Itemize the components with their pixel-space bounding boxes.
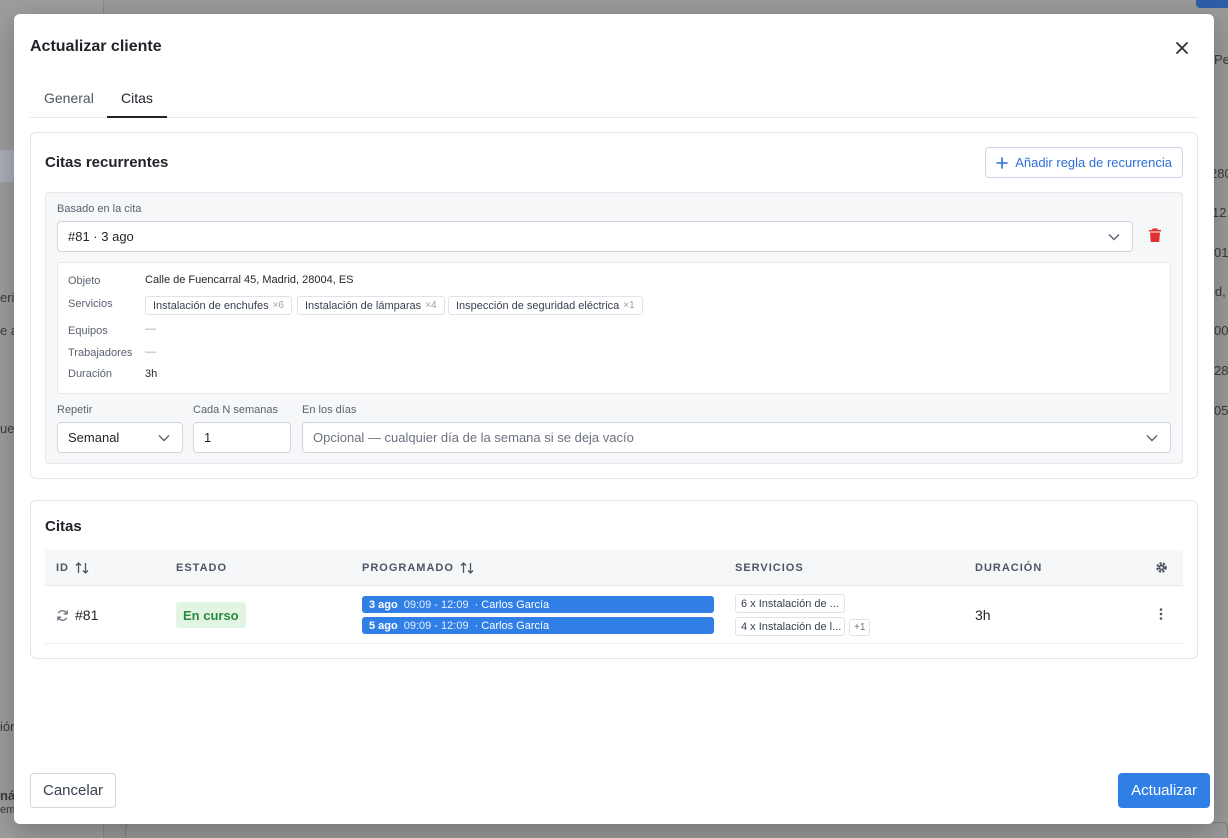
background-text: 12, xyxy=(1212,205,1228,220)
column-duration: Duración xyxy=(975,562,1043,574)
background-text: ná xyxy=(0,788,16,803)
column-id-label: ID xyxy=(56,562,69,574)
schedule-date: 5 ago xyxy=(369,619,398,632)
tab-general[interactable]: General xyxy=(30,84,108,118)
every-n-weeks-value: 1 xyxy=(204,430,212,445)
background-panel xyxy=(125,822,1228,838)
update-button[interactable]: Actualizar xyxy=(1118,773,1210,808)
background-text: id, xyxy=(1212,284,1226,299)
repeat-select[interactable]: Semanal xyxy=(57,422,183,453)
service-count: ×6 xyxy=(272,300,284,311)
workers-value: — xyxy=(145,346,156,358)
recurrence-rule: Basado en la cita #81 · 3 ago Objeto Cal… xyxy=(45,192,1183,464)
schedule-worker: · Carlos García xyxy=(474,619,550,632)
service-chip: Inspección de seguridad eléctrica ×1 xyxy=(448,296,643,315)
column-scheduled-label: Programado xyxy=(362,562,454,574)
schedule-date: 3 ago xyxy=(369,598,398,611)
tab-bar: General Citas xyxy=(30,84,1198,118)
days-label: En los días xyxy=(302,404,357,416)
background-text: Pendi xyxy=(1214,52,1228,67)
duration-label: Duración xyxy=(68,368,113,380)
workers-label: Trabajadores xyxy=(68,347,133,359)
based-on-label: Basado en la cita xyxy=(57,203,142,215)
table-header: ID Estado Programado Servicios Duración xyxy=(45,550,1183,586)
chevron-down-icon xyxy=(1108,233,1120,240)
gear-icon xyxy=(1156,562,1167,573)
every-n-weeks-input[interactable]: 1 xyxy=(193,422,291,453)
row-actions-button[interactable] xyxy=(1154,607,1168,623)
object-value: Calle de Fuencarral 45, Madrid, 28004, E… xyxy=(145,274,354,286)
more-services-badge[interactable]: +1 xyxy=(849,619,871,636)
recurring-title: Citas recurrentes xyxy=(45,154,169,171)
column-scheduled[interactable]: Programado xyxy=(362,562,474,574)
based-on-select[interactable]: #81 · 3 ago xyxy=(57,221,1133,252)
schedule-worker: · Carlos García xyxy=(474,598,550,611)
recurring-appointments-card: Citas recurrentes Añadir regla de recurr… xyxy=(30,132,1198,479)
service-chip: 6 x Instalación de ... xyxy=(735,594,845,613)
tab-citas[interactable]: Citas xyxy=(107,84,167,118)
column-services: Servicios xyxy=(735,562,804,574)
background-text: ue xyxy=(0,421,15,436)
close-button[interactable] xyxy=(1170,36,1194,60)
update-client-modal: Actualizar cliente General Citas Citas r… xyxy=(14,14,1214,824)
appointment-id-cell: #81 xyxy=(56,607,98,623)
trash-icon xyxy=(1149,228,1161,242)
appointments-title: Citas xyxy=(45,518,82,535)
equipment-value: — xyxy=(145,323,156,335)
background-header-button xyxy=(1196,0,1228,8)
chevron-down-icon xyxy=(158,434,170,441)
column-id[interactable]: ID xyxy=(56,562,89,574)
service-name: Inspección de seguridad eléctrica xyxy=(456,299,620,312)
days-select[interactable]: Opcional — cualquier día de la semana si… xyxy=(302,422,1171,453)
add-recurrence-rule-button[interactable]: Añadir regla de recurrencia xyxy=(985,147,1183,178)
background-text: 05 xyxy=(1214,403,1228,418)
repeat-label: Repetir xyxy=(57,404,93,416)
appointments-card: Citas ID Estado Programado Servicios Dur… xyxy=(30,500,1198,659)
service-chip: Instalación de enchufes ×6 xyxy=(145,296,292,315)
background-text: em xyxy=(0,804,16,816)
recurring-icon xyxy=(57,609,68,621)
duration-cell: 3h xyxy=(975,607,991,623)
days-placeholder: Opcional — cualquier día de la semana si… xyxy=(313,430,634,445)
column-status: Estado xyxy=(176,562,228,574)
repeat-value: Semanal xyxy=(68,430,120,445)
based-on-value: #81 · 3 ago xyxy=(68,229,134,244)
sort-icon xyxy=(75,562,89,574)
background-text: 01 xyxy=(1214,245,1228,260)
chevron-down-icon xyxy=(1146,434,1158,441)
appointment-details: Objeto Calle de Fuencarral 45, Madrid, 2… xyxy=(57,262,1171,394)
service-count: ×4 xyxy=(425,300,437,311)
appointment-id: #81 xyxy=(75,607,99,623)
add-recurrence-rule-label: Añadir regla de recurrencia xyxy=(1015,155,1172,170)
modal-title: Actualizar cliente xyxy=(30,38,162,55)
close-icon xyxy=(1176,42,1188,54)
schedule-pill[interactable]: 5 ago 09:09 - 12:09 · Carlos García xyxy=(362,617,714,634)
schedule-time: 09:09 - 12:09 xyxy=(403,598,469,611)
duration-value: 3h xyxy=(145,368,158,380)
column-settings-button[interactable] xyxy=(1155,561,1168,579)
schedule-pill[interactable]: 3 ago 09:09 - 12:09 · Carlos García xyxy=(362,596,714,613)
object-label: Objeto xyxy=(68,275,101,287)
table-row[interactable]: #81 En curso 3 ago 09:09 - 12:09 · Carlo… xyxy=(45,587,1183,644)
service-name: Instalación de lámparas xyxy=(305,299,422,312)
plus-icon xyxy=(996,156,1008,169)
service-count: ×1 xyxy=(623,300,635,311)
service-chip: Instalación de lámparas ×4 xyxy=(297,296,445,315)
every-n-weeks-label: Cada N semanas xyxy=(193,404,278,416)
background-text: eri xyxy=(0,290,15,305)
status-badge: En curso xyxy=(176,602,246,628)
services-label: Servicios xyxy=(68,298,113,310)
sort-icon xyxy=(460,562,474,574)
background-text: 28 xyxy=(1214,363,1228,378)
more-vertical-icon xyxy=(1159,608,1163,620)
delete-rule-button[interactable] xyxy=(1148,227,1166,245)
service-chip: 4 x Instalación de l... xyxy=(735,617,845,636)
cancel-button[interactable]: Cancelar xyxy=(30,773,117,808)
background-text: 00 xyxy=(1214,323,1228,338)
schedule-time: 09:09 - 12:09 xyxy=(403,619,469,632)
equipment-label: Equipos xyxy=(68,325,108,337)
service-name: Instalación de enchufes xyxy=(153,299,269,312)
